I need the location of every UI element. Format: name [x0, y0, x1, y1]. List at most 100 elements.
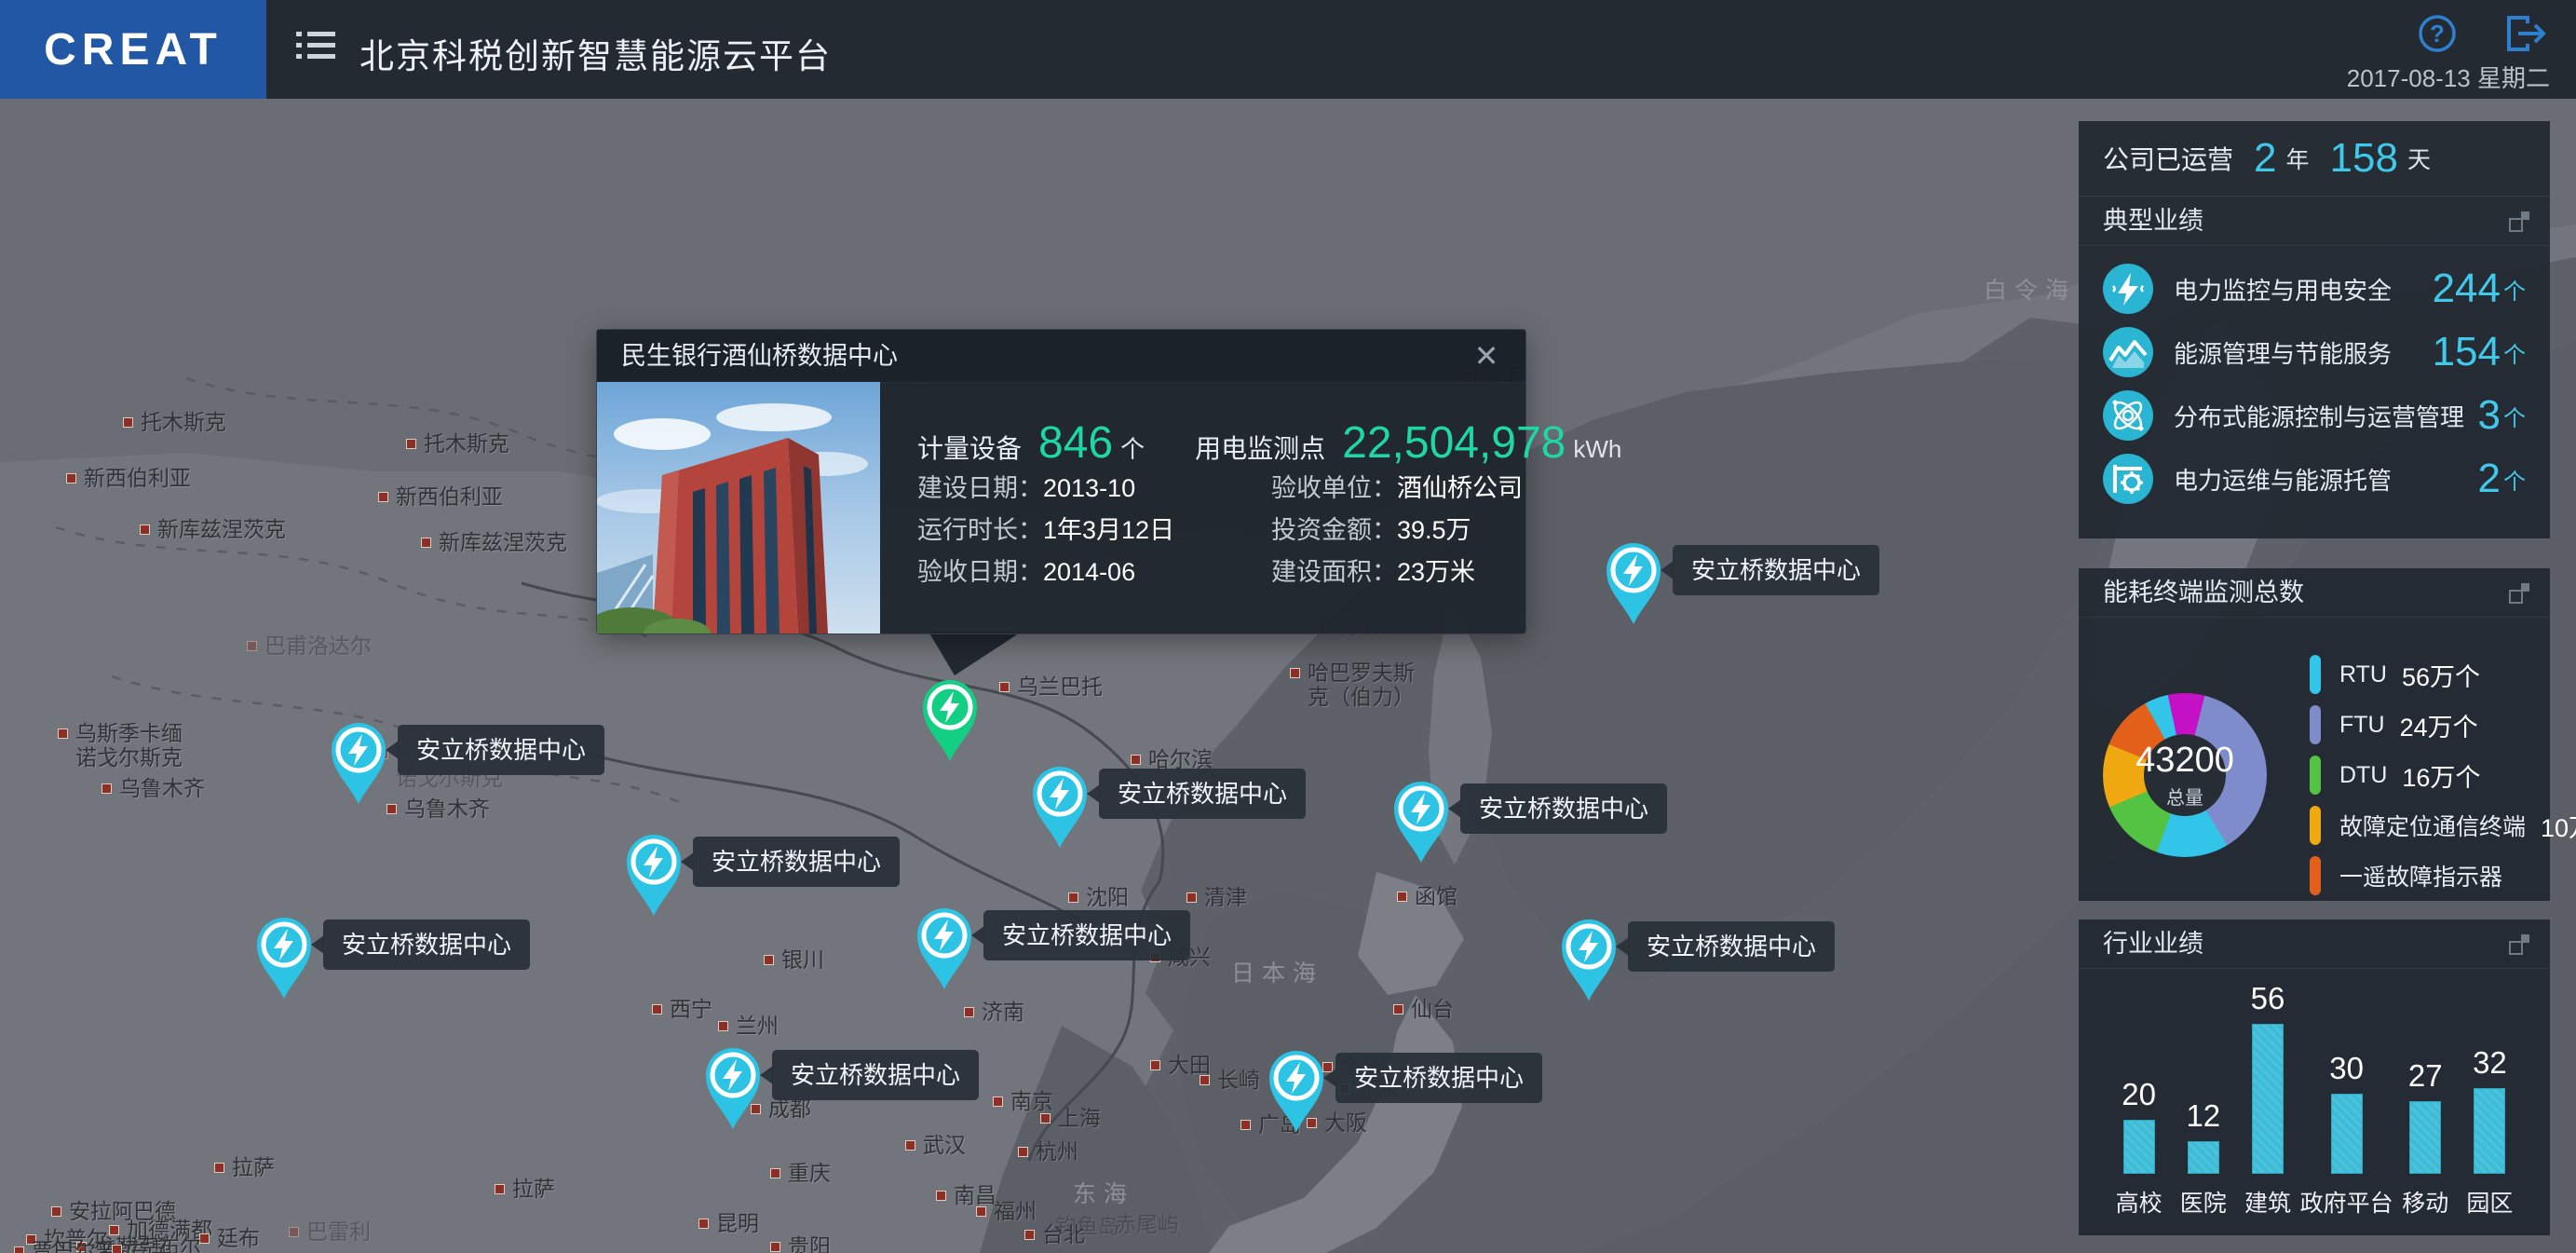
- panel-industry: 行业业绩 20高校12医院56建筑30政府平台27移动32园区: [2079, 919, 2550, 1235]
- datacenter-marker[interactable]: [252, 913, 316, 1001]
- city-label: 拉萨: [214, 1155, 275, 1179]
- city-name: 巴甫洛达尔: [264, 633, 372, 658]
- datacenter-marker[interactable]: [1390, 777, 1453, 865]
- city-dot: [964, 1007, 974, 1017]
- city-dot: [289, 1227, 299, 1237]
- menu-icon[interactable]: [296, 32, 337, 67]
- marker-label[interactable]: 安立桥数据中心: [1628, 921, 1835, 972]
- city-name: 重庆: [788, 1161, 831, 1185]
- city-label: 乌鲁木齐: [102, 776, 205, 800]
- city-label: 新库兹涅茨克: [421, 530, 567, 554]
- datacenter-marker-active[interactable]: [918, 675, 982, 763]
- city-dot: [1186, 892, 1197, 903]
- city-name: 银川: [781, 947, 824, 972]
- legend-label: DTU: [2339, 762, 2387, 789]
- lightning-pin-icon: [1265, 1046, 1328, 1134]
- city-label: 兰州: [718, 1014, 779, 1038]
- logout-icon[interactable]: [2501, 10, 2550, 57]
- bar-column: 32园区: [2458, 1045, 2522, 1219]
- popup-detail: 验收日期2014-06: [917, 555, 1230, 589]
- city-dot: [140, 524, 150, 535]
- expand-icon[interactable]: [2509, 934, 2529, 955]
- bar: [2474, 1088, 2505, 1174]
- bar-category: 医院: [2180, 1185, 2227, 1219]
- legend-label: 故障定位通信终端: [2339, 809, 2526, 842]
- industry-bar-chart: 20高校12医院56建筑30政府平台27移动32园区: [2079, 969, 2550, 1235]
- expand-icon[interactable]: [2509, 211, 2529, 232]
- sea-label: 白令海: [1984, 279, 2076, 303]
- marker-label[interactable]: 安立桥数据中心: [1460, 783, 1667, 834]
- panel-typical: 公司已运营 2 年 158 天 典型业绩 电力监控与用电安全244个 能源管理与…: [2079, 121, 2550, 538]
- city-dot: [102, 783, 112, 794]
- typical-achievement-value: 154: [2433, 329, 2501, 375]
- marker-label[interactable]: 安立桥数据中心: [983, 910, 1190, 960]
- typical-panel-title: 典型业绩: [2103, 207, 2203, 235]
- city-dot: [14, 1246, 24, 1253]
- city-name: 巴雷利: [306, 1219, 371, 1244]
- marker-label[interactable]: 安立桥数据中心: [398, 725, 604, 775]
- city-name: 沈阳: [1086, 885, 1129, 909]
- marker-label[interactable]: 安立桥数据中心: [772, 1050, 979, 1100]
- lightning-icon: [2103, 264, 2153, 314]
- bar-column: 56建筑: [2235, 981, 2299, 1219]
- expand-icon[interactable]: [2509, 583, 2529, 604]
- marker-label[interactable]: 安立桥数据中心: [323, 919, 530, 970]
- terminals-donut-chart: 43200 总量: [2103, 693, 2267, 857]
- datacenter-marker[interactable]: [1028, 762, 1091, 850]
- bar-value: 12: [2186, 1098, 2220, 1134]
- popup-detail: 投资金额39.5万: [1271, 513, 1523, 547]
- city-name: 日本海: [1231, 961, 1323, 986]
- detail-label: 运行时长: [917, 516, 1043, 544]
- datacenter-marker[interactable]: [701, 1043, 765, 1131]
- marker-label[interactable]: 安立桥数据中心: [693, 837, 900, 887]
- city-label: 贵阳: [770, 1234, 831, 1253]
- datacenter-marker[interactable]: [622, 830, 685, 918]
- current-date: 2017-08-13 星期二: [2347, 60, 2550, 94]
- city-dot: [66, 473, 76, 483]
- city-label: 拉萨: [495, 1177, 555, 1201]
- legend-swatch: [2310, 806, 2321, 845]
- marker-label[interactable]: 安立桥数据中心: [1099, 769, 1306, 819]
- bar-column: 27移动: [2393, 1058, 2458, 1219]
- marker-label[interactable]: 安立桥数据中心: [1673, 545, 1879, 595]
- legend-item: 故障定位通信终端10万个: [2310, 800, 2576, 851]
- city-dot: [1290, 668, 1300, 678]
- close-icon[interactable]: ✕: [1468, 330, 1505, 382]
- bar-category: 高校: [2116, 1185, 2162, 1219]
- kpi-unit: kWh: [1573, 435, 1621, 464]
- city-name: 廷布: [217, 1226, 260, 1250]
- city-name: 兰契: [129, 1237, 172, 1253]
- city-dot: [247, 641, 257, 651]
- detail-label: 投资金额: [1271, 516, 1397, 544]
- operating-years-unit: 年: [2286, 142, 2310, 175]
- datacenter-marker[interactable]: [1265, 1046, 1328, 1134]
- typical-achievement-row: 分布式能源控制与运营管理3个: [2079, 384, 2550, 447]
- city-name: 托木斯克: [141, 410, 226, 434]
- city-name: 东海: [1073, 1182, 1134, 1206]
- city-dot: [406, 439, 416, 449]
- city-label: 仙台: [1393, 997, 1454, 1021]
- city-name: 乌斯季卡缅 诺戈尔斯克: [75, 721, 183, 770]
- lightning-pin-icon: [1557, 915, 1620, 1002]
- brand-logo: CREAT: [0, 0, 266, 99]
- lightning-pin-icon: [1390, 777, 1453, 865]
- help-icon[interactable]: ?: [2414, 10, 2461, 57]
- city-name: 新西伯利亚: [84, 466, 191, 490]
- popup-kpi: 用电监测点22,504,978kWh: [1195, 417, 1621, 469]
- detail-value: 2013-10: [1043, 474, 1135, 502]
- donut-total-label: 总量: [2166, 783, 2203, 810]
- legend-value: 56万个: [2402, 657, 2480, 693]
- datacenter-marker[interactable]: [1602, 538, 1665, 626]
- datacenter-marker[interactable]: [1557, 915, 1620, 1002]
- city-label: 清津: [1186, 885, 1247, 909]
- lightning-pin-icon: [1028, 762, 1091, 850]
- popup-title: 民生银行酒仙桥数据中心: [597, 330, 1525, 383]
- legend-item: RTU56万个: [2310, 649, 2576, 700]
- city-name: 昆明: [716, 1211, 759, 1235]
- datacenter-marker[interactable]: [913, 904, 976, 991]
- popup-detail: 验收单位酒仙桥公司: [1271, 471, 1523, 505]
- marker-label[interactable]: 安立桥数据中心: [1335, 1053, 1542, 1103]
- datacenter-marker[interactable]: [327, 718, 390, 806]
- city-label: 西宁: [652, 997, 712, 1021]
- city-name: 福州: [994, 1199, 1037, 1223]
